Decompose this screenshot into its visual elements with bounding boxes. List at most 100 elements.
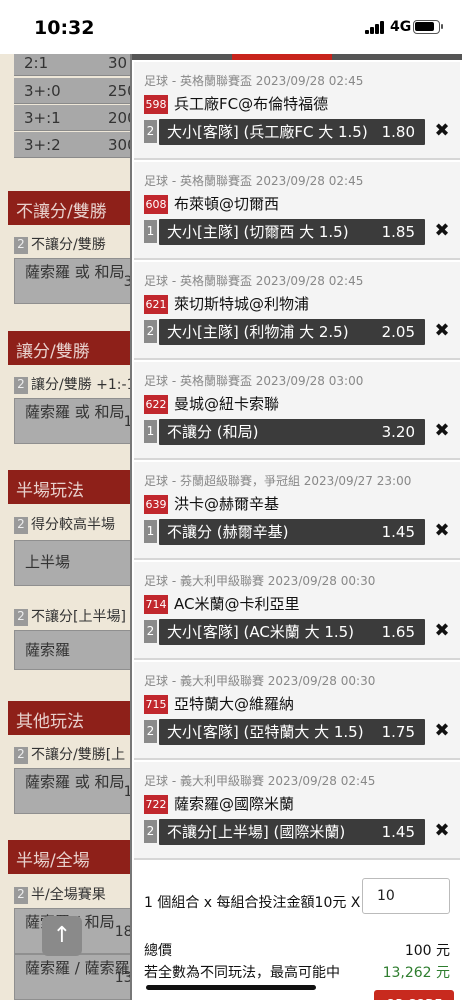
section-header: 半場/全場 <box>8 840 148 874</box>
match-name: 兵工廠FC@布倫特福德 <box>174 95 329 113</box>
match-number: 714 <box>144 595 168 614</box>
selection-box[interactable]: 大小[主隊] (切爾西 大 1.5) 1.85 <box>159 219 425 245</box>
bet-meta: 足球 - 英格蘭聯賽盃 2023/09/28 02:45 <box>144 274 364 288</box>
remove-icon[interactable]: ✖ <box>433 822 451 840</box>
odds-row[interactable]: 3+:0 250 <box>14 78 144 104</box>
status-time: 10:32 <box>34 17 95 39</box>
market-number: 2 <box>14 746 28 764</box>
selection-label: 大小[客隊] (AC米蘭 大 1.5) <box>167 623 355 641</box>
combo-badge: 2 <box>144 820 157 843</box>
combo-badge: 1 <box>144 420 157 443</box>
odds-row[interactable]: 3+:1 200 <box>14 105 144 131</box>
combo-badge: 2 <box>144 720 157 743</box>
selection-box[interactable]: 大小[客隊] (AC米蘭 大 1.5) 1.65 <box>159 619 425 645</box>
combo-badge: 2 <box>144 120 157 143</box>
market-label: 2 半/全場賽果 <box>14 884 146 906</box>
bet-meta: 足球 - 義大利甲級聯賽 2023/09/28 00:30 <box>144 674 376 688</box>
remove-icon[interactable]: ✖ <box>433 322 451 340</box>
bet-item: 足球 - 英格蘭聯賽盃 2023/09/28 02:45 608 布萊頓@切爾西… <box>134 162 460 260</box>
section-header: 其他玩法 <box>8 701 148 735</box>
remove-icon[interactable]: ✖ <box>433 122 451 140</box>
pick-option[interactable]: 薩索羅 或 和局1. <box>14 398 146 444</box>
selection-odds: 1.75 <box>381 723 415 741</box>
market-label: 2 得分較高半場 <box>14 514 146 536</box>
market-name: 得分較高半場 <box>31 517 115 533</box>
bet-slip-tabs[interactable] <box>132 54 462 60</box>
bet-item: 足球 - 英格蘭聯賽盃 2023/09/28 02:45 621 萊切斯特城@利… <box>134 262 460 360</box>
bet-item: 足球 - 英格蘭聯賽盃 2023/09/28 02:45 598 兵工廠FC@布… <box>134 62 460 160</box>
bet-meta: 足球 - 義大利甲級聯賽 2023/09/28 00:30 <box>144 574 376 588</box>
combo-badge: 1 <box>144 520 157 543</box>
market-label: 2 不讓分[上半場] <box>14 606 146 628</box>
combo-badge: 2 <box>144 620 157 643</box>
market-name: 不讓分/雙勝 <box>31 237 106 253</box>
selection-label: 不讓分[上半場] (國際米蘭) <box>167 823 346 841</box>
market-label: 2 讓分/雙勝 +1:-1 <box>14 374 146 396</box>
remove-icon[interactable]: ✖ <box>433 222 451 240</box>
remove-icon[interactable]: ✖ <box>433 722 451 740</box>
odds-row-label: 3+:0 <box>24 82 61 100</box>
market-name: 半/全場賽果 <box>31 887 106 903</box>
selection-odds: 1.65 <box>381 623 415 641</box>
pick-option[interactable]: 薩索羅 / 薩索羅 13. <box>14 954 146 1000</box>
market-number: 2 <box>14 886 28 904</box>
match-name: 薩索羅@國際米蘭 <box>174 795 295 813</box>
bet-item: 足球 - 義大利甲級聯賽 2023/09/28 00:30 715 亞特蘭大@維… <box>134 662 460 760</box>
stake-amount-input[interactable] <box>362 878 450 914</box>
remove-icon[interactable]: ✖ <box>433 422 451 440</box>
market-name: 不讓分[上半場] <box>31 609 126 625</box>
home-indicator <box>146 985 316 990</box>
total-value: 100 元 <box>404 943 450 959</box>
selection-label: 不讓分 (和局) <box>167 423 259 441</box>
match-number: 621 <box>144 295 168 314</box>
section-header: 讓分/雙勝 <box>8 331 148 365</box>
market-number: 2 <box>14 516 28 534</box>
match-name: 亞特蘭大@維羅納 <box>174 695 295 713</box>
pick-label: 薩索羅 或 和局 <box>25 403 125 421</box>
bet-meta: 足球 - 英格蘭聯賽盃 2023/09/28 02:45 <box>144 174 364 188</box>
scroll-up-button[interactable]: ↑ <box>42 916 82 956</box>
pick-label: 薩索羅 或 和局 <box>25 263 125 281</box>
odds-row[interactable]: 3+:2 300 <box>14 132 144 158</box>
match-number: 622 <box>144 395 168 414</box>
selection-box[interactable]: 大小[客隊] (兵工廠FC 大 1.5) 1.80 <box>159 119 425 145</box>
selection-box[interactable]: 大小[客隊] (亞特蘭大 大 1.5) 1.75 <box>159 719 425 745</box>
selection-box[interactable]: 不讓分 (和局) 3.20 <box>159 419 425 445</box>
pick-label: 薩索羅 或 和局 <box>25 773 125 791</box>
market-name: 不讓分/雙勝[上 <box>31 747 126 763</box>
selection-label: 大小[客隊] (亞特蘭大 大 1.5) <box>167 723 364 741</box>
bet-meta: 足球 - 英格蘭聯賽盃 2023/09/28 03:00 <box>144 374 364 388</box>
pick-option[interactable]: 薩索羅 <box>14 630 146 670</box>
match-number: 608 <box>144 195 168 214</box>
match-number: 639 <box>144 495 168 514</box>
selection-box[interactable]: 不讓分[上半場] (國際米蘭) 1.45 <box>159 819 425 845</box>
selection-odds: 1.80 <box>381 123 415 141</box>
remove-icon[interactable]: ✖ <box>433 522 451 540</box>
odds-row-value: 30 <box>108 54 128 72</box>
selection-box[interactable]: 大小[主隊] (利物浦 大 2.5) 2.05 <box>159 319 425 345</box>
odds-row-label: 2:1 <box>24 54 49 72</box>
selection-odds: 1.45 <box>381 523 415 541</box>
bet-slip-panel: 足球 - 英格蘭聯賽盃 2023/09/28 02:45 598 兵工廠FC@布… <box>130 54 462 1000</box>
match-number: 715 <box>144 695 168 714</box>
selection-label: 大小[客隊] (兵工廠FC 大 1.5) <box>167 123 368 141</box>
selection-label: 大小[主隊] (利物浦 大 2.5) <box>167 323 349 341</box>
section-header: 半場玩法 <box>8 470 148 504</box>
pick-option[interactable]: 薩索羅 或 和局1. <box>14 768 146 814</box>
status-bar: 10:32 4G <box>0 0 462 54</box>
active-tab-indicator <box>232 54 332 60</box>
match-name: 曼城@紐卡索聯 <box>174 395 280 413</box>
remove-icon[interactable]: ✖ <box>433 622 451 640</box>
selection-odds: 1.85 <box>381 223 415 241</box>
network-label: 4G <box>390 19 412 35</box>
bet-item: 足球 - 英格蘭聯賽盃 2023/09/28 03:00 622 曼城@紐卡索聯… <box>134 362 460 460</box>
qr-code-button[interactable]: QR CODE <box>374 990 454 1000</box>
bet-meta: 足球 - 義大利甲級聯賽 2023/09/28 02:45 <box>144 774 376 788</box>
market-label: 2 不讓分/雙勝 <box>14 234 146 256</box>
pick-option[interactable]: 薩索羅 或 和局3. <box>14 258 146 304</box>
selection-box[interactable]: 不讓分 (赫爾辛基) 1.45 <box>159 519 425 545</box>
match-name: 布萊頓@切爾西 <box>174 195 280 213</box>
max-win-value: 13,262 元 <box>382 965 450 981</box>
total-label: 總價 <box>144 943 172 959</box>
pick-option[interactable]: 上半場 <box>14 540 146 586</box>
